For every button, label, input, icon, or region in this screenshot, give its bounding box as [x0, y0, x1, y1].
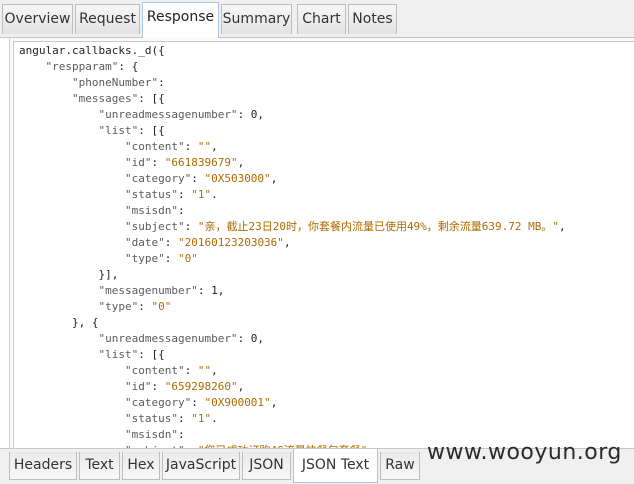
- code-line: "id": "659298260",: [124, 380, 245, 393]
- code-line: }, {: [19, 316, 99, 329]
- tab-json-text[interactable]: JSON Text: [293, 449, 378, 483]
- tab-headers[interactable]: Headers: [9, 452, 77, 480]
- code-line: "type": "0": [98, 300, 172, 313]
- code-line: "content": "",: [124, 140, 218, 153]
- json-text-view[interactable]: angular.callbacks._d({ "respparam": { "p…: [13, 41, 634, 449]
- tab-overview[interactable]: Overview: [2, 4, 73, 34]
- code-line: "messages": [{: [71, 92, 165, 105]
- tab-request[interactable]: Request: [75, 4, 140, 34]
- code-line: "list": [{: [98, 348, 165, 361]
- code-line: "status": "1".: [124, 188, 218, 201]
- tab-response[interactable]: Response: [142, 2, 219, 38]
- code-line: "type": "0": [124, 252, 198, 265]
- response-viewer-tab-bar: Overview Request Response Summary Chart …: [0, 0, 634, 38]
- tab-chart[interactable]: Chart: [297, 4, 346, 34]
- tab-javascript[interactable]: JavaScript: [162, 452, 240, 480]
- tab-hex[interactable]: Hex: [122, 452, 160, 480]
- code-line: "list": [{: [98, 124, 165, 137]
- code-line: "unreadmessagenumber": 0,: [98, 108, 265, 121]
- tab-json[interactable]: JSON: [242, 452, 291, 480]
- code-line: "id": "661839679",: [124, 156, 245, 169]
- code-line: "category": "0X900001",: [124, 396, 278, 409]
- code-line: "unreadmessagenumber": 0,: [98, 332, 265, 345]
- code-line: "phoneNumber":: [71, 76, 165, 89]
- tab-text[interactable]: Text: [79, 452, 120, 480]
- watermark: www.wooyun.org: [427, 440, 622, 465]
- code-line: "category": "0X503000",: [124, 172, 278, 185]
- tab-raw[interactable]: Raw: [380, 452, 420, 480]
- json-text-content: angular.callbacks._d({ "respparam": { "p…: [19, 43, 566, 448]
- code-line: angular.callbacks._d({: [19, 44, 165, 57]
- code-line: "msisdn":: [124, 204, 185, 217]
- code-line: "respparam": {: [45, 60, 139, 73]
- tab-notes[interactable]: Notes: [348, 4, 397, 34]
- code-line: }],: [19, 268, 119, 281]
- tab-summary[interactable]: Summary: [221, 4, 292, 34]
- code-line: "subject": "亲，截止23日20时，你套餐内流量已使用49%，剩余流量…: [124, 220, 566, 233]
- code-line: "date": "20160123203036",: [124, 236, 291, 249]
- code-line: "messagenumber": 1,: [98, 284, 225, 297]
- code-line: "content": "",: [124, 364, 218, 377]
- code-line: "status": "1".: [124, 412, 218, 425]
